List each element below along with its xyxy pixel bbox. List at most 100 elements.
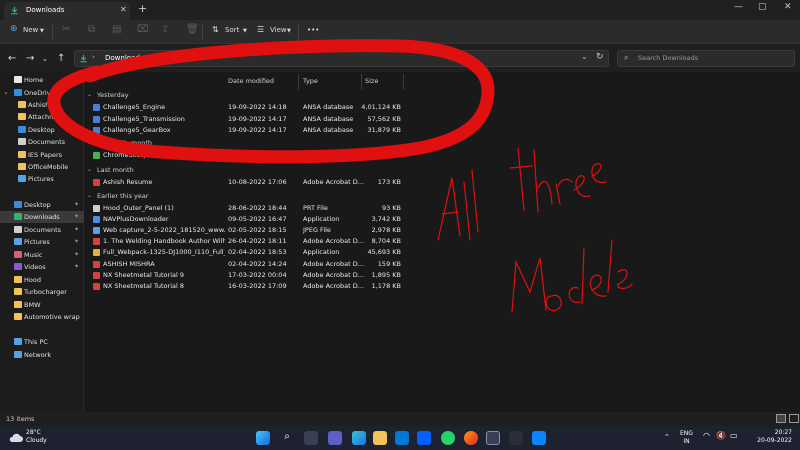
- sidebar-item-pictures[interactable]: Pictures ✦: [0, 236, 84, 248]
- column-divider[interactable]: [298, 74, 299, 90]
- table-row[interactable]: Challenge5_GearBox 19-09-2022 14:17 ANSA…: [87, 125, 407, 136]
- edge-icon[interactable]: [352, 431, 366, 445]
- file-explorer-icon[interactable]: [373, 431, 387, 445]
- view-button[interactable]: View: [270, 26, 287, 38]
- table-row[interactable]: Challenge5_Engine 19-09-2022 14:18 ANSA …: [87, 102, 407, 113]
- new-button[interactable]: New: [23, 26, 38, 38]
- column-header-size[interactable]: Size: [365, 77, 378, 85]
- folder-icon: [14, 288, 22, 295]
- forward-icon[interactable]: →: [26, 53, 34, 64]
- sidebar-item-home[interactable]: Home: [0, 74, 84, 86]
- mail-icon[interactable]: [395, 431, 409, 445]
- sidebar-item-folder[interactable]: Turbocharger: [0, 286, 84, 298]
- sidebar-item-folder[interactable]: BMW: [0, 299, 84, 311]
- address-bar[interactable]: › Downloads ⌄: [74, 50, 609, 67]
- weather-widget[interactable]: 28°C Cloudy: [26, 429, 47, 445]
- table-row[interactable]: ChromeSetup 1,394 KB: [87, 150, 407, 161]
- delete-icon[interactable]: 🗑: [186, 24, 199, 36]
- start-icon[interactable]: [256, 431, 270, 445]
- sidebar-item-label: Network: [24, 351, 52, 359]
- table-row[interactable]: NX Sheetmetal Tutorial 9 17-03-2022 00:0…: [87, 270, 407, 281]
- sort-button[interactable]: Sort: [225, 26, 239, 38]
- sidebar-item-downloads[interactable]: Downloads ✦: [0, 211, 84, 223]
- share-icon[interactable]: ⇪: [161, 24, 169, 36]
- pin-icon: ✦: [74, 213, 80, 220]
- chevron-down-icon[interactable]: ⌄: [3, 88, 9, 96]
- new-tab-button[interactable]: +: [138, 2, 147, 15]
- paste-icon[interactable]: ▤: [112, 24, 121, 36]
- sidebar-item-videos[interactable]: Videos ✦: [0, 261, 84, 273]
- search-input[interactable]: ⌕ Search Downloads: [617, 50, 795, 67]
- minimize-button[interactable]: —: [734, 2, 743, 12]
- sidebar-item-folder[interactable]: IES Papers: [0, 149, 84, 161]
- details-view-button[interactable]: [776, 414, 786, 423]
- sidebar-item-folder[interactable]: Ashish: [0, 99, 84, 111]
- maximize-button[interactable]: ▢: [758, 2, 767, 12]
- sidebar-item-music[interactable]: Music ✦: [0, 249, 84, 261]
- sidebar-item-desktop[interactable]: Desktop ✦: [0, 199, 84, 211]
- sidebar-item-folder[interactable]: Automotive wrap: [0, 311, 84, 323]
- close-button[interactable]: ✕: [784, 2, 792, 12]
- language-indicator[interactable]: ENG IN: [680, 430, 693, 446]
- firefox-icon[interactable]: [464, 431, 478, 445]
- ansa-file-icon: [93, 116, 100, 123]
- up-icon[interactable]: ↑: [57, 53, 65, 64]
- sidebar-item-documents[interactable]: Documents ✦: [0, 224, 84, 236]
- column-header-type[interactable]: Type: [303, 77, 318, 85]
- table-row[interactable]: NX Sheetmetal Tutorial 8 16-03-2022 17:0…: [87, 281, 407, 292]
- battery-icon[interactable]: ▭: [730, 432, 738, 440]
- cut-icon[interactable]: ✂: [62, 24, 70, 36]
- copy-icon[interactable]: ⧉: [88, 24, 95, 36]
- table-row[interactable]: Challenge5_Transmission 19-09-2022 14:17…: [87, 114, 407, 125]
- ansa-app-icon[interactable]: [486, 431, 500, 445]
- search-icon[interactable]: ⌕: [280, 431, 294, 445]
- column-divider[interactable]: [403, 74, 404, 90]
- tiles-view-button[interactable]: [789, 414, 799, 423]
- sidebar-item-pictures[interactable]: Pictures: [0, 173, 84, 185]
- table-row[interactable]: 1. The Welding Handbook Author Wilhel...…: [87, 236, 407, 247]
- file-name: NAVPlusDownloader: [103, 215, 169, 223]
- refresh-icon[interactable]: ↻: [596, 52, 604, 62]
- file-date: 09-05-2022 16:47: [228, 215, 287, 223]
- sidebar-item-folder[interactable]: Attachm: [0, 111, 84, 123]
- table-row[interactable]: ASHISH MISHRA 02-04-2022 14:24 Adobe Acr…: [87, 259, 407, 270]
- terminal-icon[interactable]: [509, 431, 523, 445]
- rename-icon[interactable]: ⌧: [137, 24, 149, 36]
- column-divider[interactable]: [361, 74, 362, 90]
- table-row[interactable]: Ashish Resume 10-08-2022 17:06 Adobe Acr…: [87, 177, 407, 188]
- application-icon: [93, 249, 100, 256]
- app-icon[interactable]: [532, 431, 546, 445]
- tab-close-icon[interactable]: ✕: [120, 5, 127, 14]
- chevron-down-icon[interactable]: ⌄: [581, 52, 588, 61]
- clock[interactable]: 20:27 20-09-2022: [746, 429, 792, 445]
- file-name: Challenge5_Transmission: [103, 115, 185, 123]
- tab-downloads[interactable]: Downloads ✕: [4, 2, 130, 20]
- back-icon[interactable]: ←: [8, 53, 16, 64]
- sidebar-item-folder[interactable]: Hood: [0, 274, 84, 286]
- table-row[interactable]: Web capture_2-5-2022_181520_www.car... 0…: [87, 225, 407, 236]
- document-icon: [18, 138, 26, 145]
- dropbox-icon[interactable]: [417, 431, 431, 445]
- chevron-down-icon[interactable]: ⌄: [42, 55, 48, 63]
- column-header-date[interactable]: Date modified: [228, 77, 274, 85]
- breadcrumb[interactable]: Downloads: [105, 54, 143, 62]
- download-icon: [80, 54, 87, 63]
- teams-chat-icon[interactable]: [328, 431, 342, 445]
- more-options-button[interactable]: •••: [307, 26, 319, 38]
- sidebar-item-folder[interactable]: OfficeMobile: [0, 161, 84, 173]
- volume-mute-icon[interactable]: 🔇: [716, 432, 726, 440]
- table-row[interactable]: Full_Webpack-1325-DJ1000_I110_Full_We...…: [87, 247, 407, 258]
- sidebar-item-onedrive[interactable]: ⌄ OneDrive - P: [0, 87, 84, 99]
- chevron-up-icon[interactable]: ⌃: [664, 433, 670, 441]
- whatsapp-icon[interactable]: [441, 431, 455, 445]
- sidebar-item-documents[interactable]: Documents: [0, 136, 84, 148]
- table-row[interactable]: Hood_Outer_Panel (1) 28-06-2022 18:44 PR…: [87, 203, 407, 214]
- sidebar-item-label: Videos: [24, 263, 46, 271]
- sidebar-item-network[interactable]: Network: [0, 349, 84, 361]
- task-view-icon[interactable]: [304, 431, 318, 445]
- weather-cloud-icon[interactable]: [8, 430, 24, 446]
- sidebar-item-desktop[interactable]: Desktop: [0, 124, 84, 136]
- wifi-icon[interactable]: ◠: [703, 432, 710, 440]
- table-row[interactable]: NAVPlusDownloader 09-05-2022 16:47 Appli…: [87, 214, 407, 225]
- sidebar-item-this-pc[interactable]: This PC: [0, 336, 84, 348]
